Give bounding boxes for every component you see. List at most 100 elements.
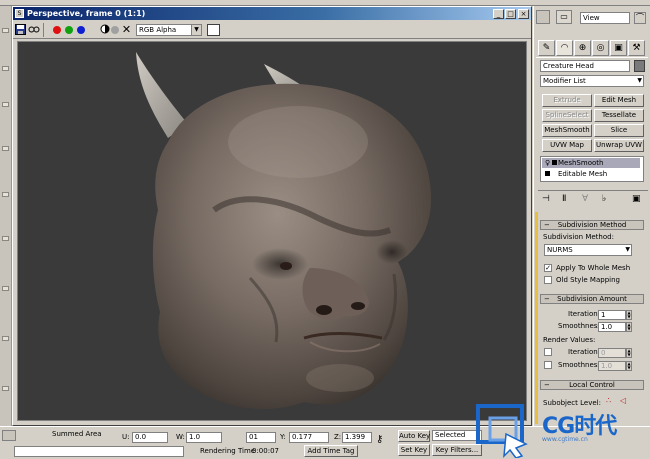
subdivision-amount-header[interactable]: − Subdivision Amount [540, 294, 644, 304]
extrude-button[interactable]: Extrude [542, 94, 592, 107]
color-swatch[interactable] [207, 24, 220, 36]
modify-tab-icon[interactable]: ◠ [556, 40, 573, 56]
motion-tab-icon[interactable]: ◎ [592, 40, 609, 56]
collapse-icon: − [544, 221, 550, 229]
view-dropdown[interactable]: View [580, 12, 630, 24]
chevron-down-icon: ▼ [637, 77, 642, 84]
modifier-list-dropdown[interactable]: Modifier List ▼ [540, 75, 644, 87]
panel-scrollbar[interactable] [535, 212, 538, 424]
display-icon[interactable]: ▭ [556, 10, 572, 24]
render-smoothness-spinner[interactable]: 1.0 [598, 361, 626, 371]
channel-dropdown[interactable]: RGB Alpha ▼ [136, 24, 202, 36]
apply-whole-mesh-label: Apply To Whole Mesh [556, 264, 631, 272]
toolbar-tick[interactable] [2, 66, 9, 71]
stack-item-label: Editable Mesh [558, 170, 608, 178]
rollout-title: Subdivision Method [557, 221, 627, 229]
y-coord-field[interactable]: 0.177 [289, 432, 329, 443]
window-title-bar[interactable]: S Perspective, frame 0 (1:1) _ □ × [13, 7, 531, 20]
snap-icon[interactable]: ⌒ [634, 12, 646, 24]
lightbulb-icon[interactable]: ♀ [545, 158, 550, 168]
show-end-result-icon[interactable]: Ⅱ [562, 194, 566, 204]
red-channel-icon[interactable] [53, 26, 61, 34]
meshsmooth-button[interactable]: MeshSmooth [542, 124, 592, 137]
collapse-icon: − [544, 381, 550, 389]
add-time-tag-button[interactable]: Add Time Tag [304, 445, 358, 457]
chevron-down-icon: ▼ [191, 25, 201, 35]
toolbar-tick[interactable] [2, 146, 9, 151]
key-filters-button[interactable]: Key Filters... [432, 444, 482, 456]
selected-dropdown[interactable]: Selected [432, 430, 482, 441]
object-name-field[interactable]: Creature Head [540, 60, 630, 72]
remove-modifier-icon[interactable]: ♭ [602, 194, 606, 204]
render-smoothness-checkbox[interactable] [544, 361, 552, 369]
spinner-arrows-icon[interactable]: ▲ ▼ [626, 361, 632, 371]
stack-item-editable-mesh[interactable]: Editable Mesh [542, 169, 640, 179]
unwrap-uvw-button[interactable]: Unwrap UVW [594, 139, 644, 152]
object-color-swatch[interactable] [634, 60, 645, 72]
z-coord-field[interactable]: 1.399 [342, 432, 372, 443]
render-iterations-checkbox[interactable] [544, 348, 552, 356]
u-value-field[interactable]: 0.0 [132, 432, 168, 443]
toolbar-tick[interactable] [2, 28, 9, 33]
close-icon[interactable]: × [518, 9, 529, 19]
blue-channel-icon[interactable] [77, 26, 85, 34]
slice-button[interactable]: Slice [594, 124, 644, 137]
subdivision-method-label: Subdivision Method: [543, 233, 614, 241]
frame-field[interactable]: 01 [246, 432, 276, 443]
apply-whole-mesh-checkbox[interactable]: ✓ [544, 264, 552, 272]
render-smoothness-label: Smoothness: [558, 361, 604, 369]
y-label: Y: [280, 433, 286, 441]
set-key-button[interactable]: Set Key [398, 444, 430, 456]
script-listener-icon[interactable] [2, 430, 16, 441]
iterations-spinner[interactable]: 1 [598, 310, 626, 320]
configure-icon[interactable]: ▣ [632, 194, 641, 204]
pin-stack-icon[interactable]: ⊣ [542, 194, 550, 204]
green-channel-icon[interactable] [65, 26, 73, 34]
render-iterations-spinner[interactable]: 0 [598, 348, 626, 358]
minimize-icon[interactable]: _ [493, 9, 504, 19]
key-icon[interactable]: ⚷ [376, 434, 383, 445]
spline-select-button[interactable]: SplineSelect [542, 109, 592, 122]
old-style-mapping-checkbox[interactable] [544, 276, 552, 284]
maximize-icon[interactable]: □ [505, 9, 516, 19]
viewport-icon[interactable] [536, 10, 550, 24]
alpha-channel-icon[interactable] [111, 26, 119, 34]
auto-key-button[interactable]: Auto Key [398, 430, 430, 442]
toolbar-tick[interactable] [2, 236, 9, 241]
clear-icon[interactable]: ✕ [121, 24, 132, 35]
creature-head-render [136, 52, 432, 410]
toolbar-tick[interactable] [2, 336, 9, 341]
toolbar-tick[interactable] [2, 192, 9, 197]
w-value-field[interactable]: 1.0 [186, 432, 222, 443]
render-values-label: Render Values: [543, 336, 596, 344]
modifier-list-value: Modifier List [543, 77, 586, 85]
watermark-url: www.cgtime.cn [542, 436, 588, 443]
make-unique-icon[interactable]: ∀ [582, 194, 588, 204]
local-control-header[interactable]: − Local Control [540, 380, 644, 390]
toolbar-tick[interactable] [2, 102, 9, 107]
utilities-tab-icon[interactable]: ⚒ [628, 40, 645, 56]
create-tab-icon[interactable]: ✎ [538, 40, 555, 56]
subdivision-method-header[interactable]: − Subdivision Method [540, 220, 644, 230]
spinner-arrows-icon[interactable]: ▲ ▼ [626, 322, 632, 332]
spinner-arrows-icon[interactable]: ▲ ▼ [626, 310, 632, 320]
rendering-time-value: 0:00:07 [252, 447, 279, 455]
spinner-arrows-icon[interactable]: ▲ ▼ [626, 348, 632, 358]
rendered-frame-window: S Perspective, frame 0 (1:1) _ □ × ✕ RGB… [12, 6, 532, 426]
hierarchy-tab-icon[interactable]: ⊕ [574, 40, 591, 56]
tessellate-button[interactable]: Tessellate [594, 109, 644, 122]
subdivision-method-dropdown[interactable]: NURMS ▼ [544, 244, 632, 256]
clone-icon[interactable] [28, 24, 40, 35]
prompt-line [14, 446, 184, 457]
uvw-map-button[interactable]: UVW Map [542, 139, 592, 152]
smoothness-spinner[interactable]: 1.0 [598, 322, 626, 332]
edit-mesh-button[interactable]: Edit Mesh [594, 94, 644, 107]
toolbar-tick[interactable] [2, 286, 9, 291]
filtering-label: Summed Area [52, 430, 102, 438]
toolbar-tick[interactable] [2, 386, 9, 391]
stack-item-meshsmooth[interactable]: ♀ MeshSmooth [542, 158, 640, 168]
display-tab-icon[interactable]: ▣ [610, 40, 627, 56]
save-icon[interactable] [15, 24, 26, 35]
max-logo-icon: S [15, 9, 24, 18]
mono-channel-icon[interactable] [99, 24, 110, 35]
